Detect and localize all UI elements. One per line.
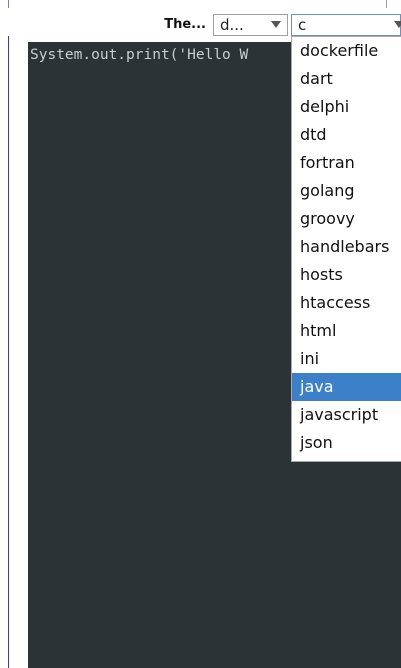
dropdown-option-html[interactable]: html: [292, 317, 401, 345]
dropdown-option-handlebars[interactable]: handlebars: [292, 233, 401, 261]
dropdown-option-golang[interactable]: golang: [292, 177, 401, 205]
page: The... d... c System.out.print('Hello W …: [0, 0, 401, 668]
dropdown-option-json[interactable]: json: [292, 429, 401, 457]
dropdown-option-hosts[interactable]: hosts: [292, 261, 401, 289]
language-dropdown-list[interactable]: dockerfile dart delphi dtd fortran golang groo…: [291, 36, 401, 462]
dropdown-option-htaccess[interactable]: htaccess: [292, 289, 401, 317]
frame-left-border: [8, 36, 9, 668]
dropdown-option-dockerfile[interactable]: dockerfile: [292, 37, 401, 65]
dropdown-option-delphi[interactable]: delphi: [292, 93, 401, 121]
dropdown-option-dtd[interactable]: dtd: [292, 121, 401, 149]
code-line: System.out.print('Hello W: [30, 47, 249, 63]
dropdown-option-ini[interactable]: ini: [292, 345, 401, 373]
dropdown-option-fortran[interactable]: fortran: [292, 149, 401, 177]
chevron-down-icon: [271, 21, 281, 28]
dropdown-option-javascript[interactable]: javascript: [292, 401, 401, 429]
dropdown-option-groovy[interactable]: groovy: [292, 205, 401, 233]
chevron-down-icon: [394, 21, 401, 28]
dropdown-option-java[interactable]: java: [292, 373, 401, 401]
dropdown-option-dart[interactable]: dart: [292, 65, 401, 93]
language-select-value: c: [298, 16, 307, 34]
frame-tick-left: [8, 0, 9, 8]
theme-select-value: d...: [220, 16, 244, 34]
language-select[interactable]: c: [291, 14, 401, 36]
theme-select[interactable]: d...: [213, 14, 288, 36]
theme-label: The...: [164, 17, 206, 32]
frame-tick-right: [386, 0, 387, 8]
